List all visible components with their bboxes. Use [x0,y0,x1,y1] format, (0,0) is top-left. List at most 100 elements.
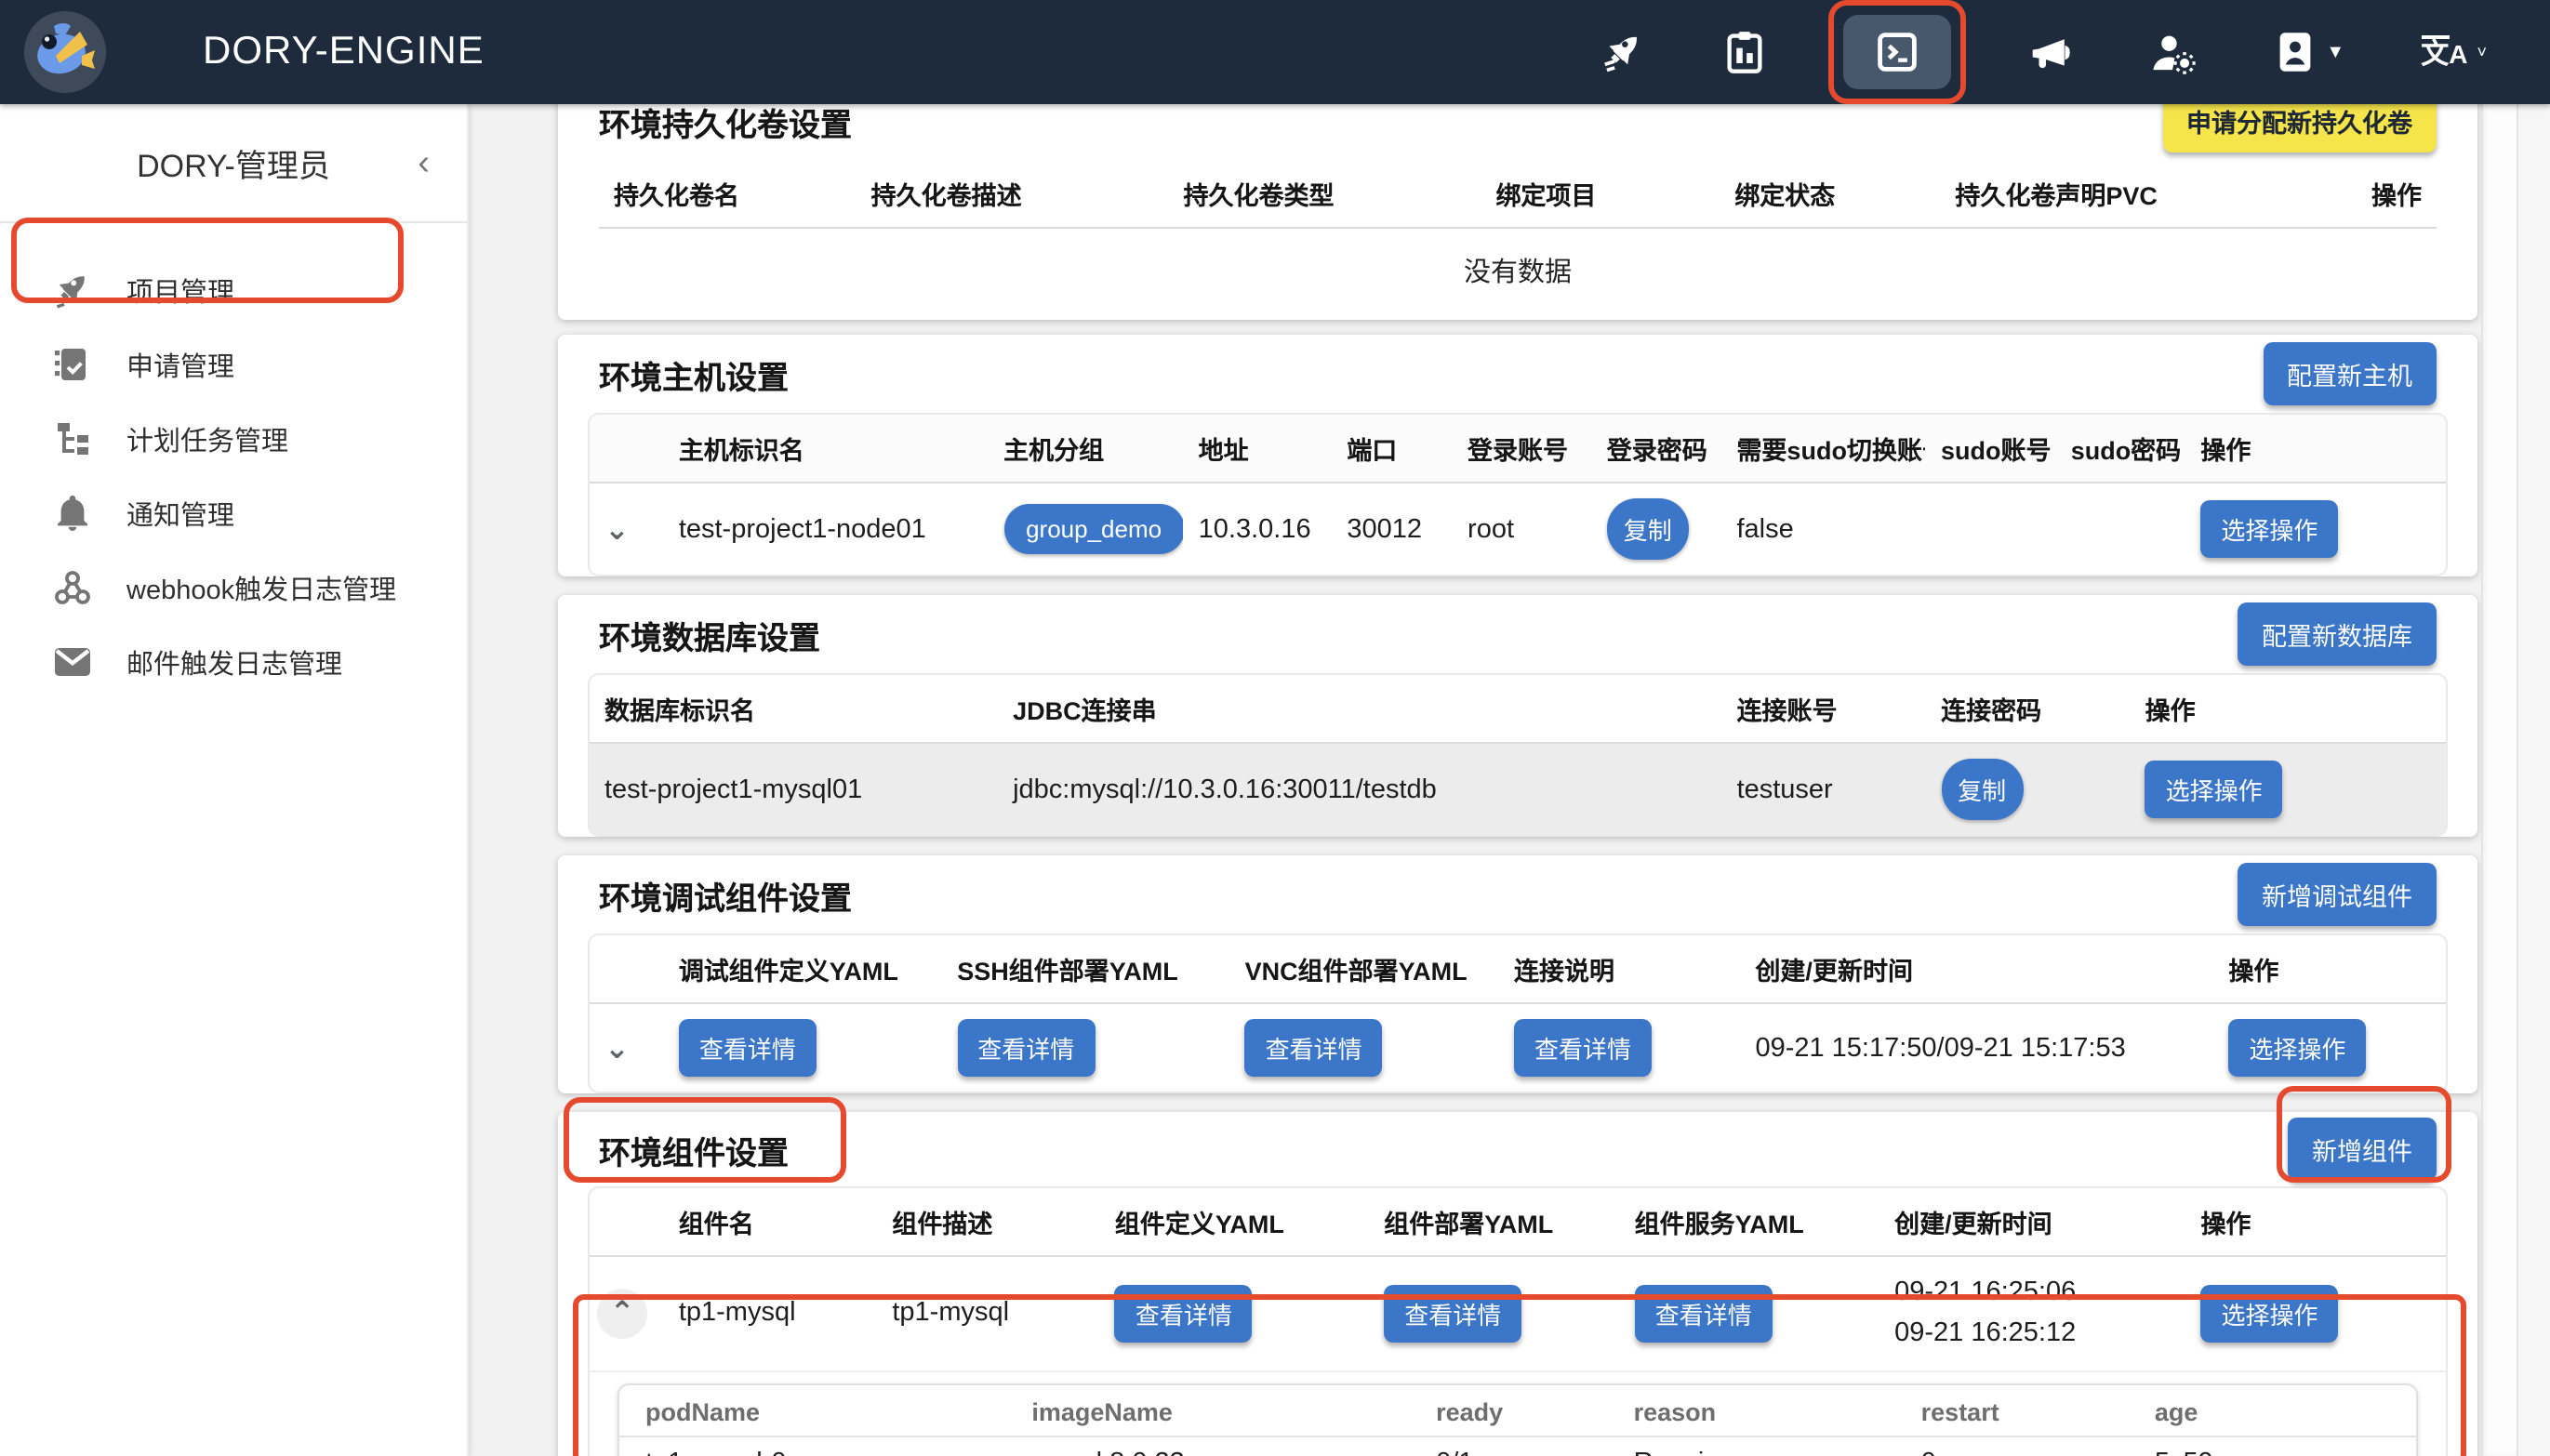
host-row: ⌄ test-project1-node01 group_demo 10.3.0… [590,483,2446,575]
sidebar-item-scheduled-tasks[interactable]: 计划任务管理 [0,402,467,476]
debug-view-ssh-yaml-button[interactable]: 查看详情 [957,1019,1095,1077]
sidebar-item-notification-management[interactable]: 通知管理 [0,476,467,550]
db-name: test-project1-mysql01 [590,743,998,835]
app-title: DORY-ENGINE [203,30,485,74]
comp-created-time: 09-21 16:25:06 [1894,1277,2076,1307]
db-col-pwd: 连接密码 [1926,675,2131,743]
right-gutter [2518,104,2550,1456]
debug-col-def-yaml: 调试组件定义YAML [664,935,942,1003]
comp-select-action-button[interactable]: 选择操作 [2200,1285,2338,1343]
pod-col-ready: ready [1410,1385,1608,1436]
host-port: 30012 [1332,483,1453,575]
section-persistent-volume: 环境持久化卷设置 申请分配新持久化卷 持久化卷名 持久化卷描述 持久化卷类型 绑… [558,82,2477,320]
sidebar-item-label: webhook触发日志管理 [126,568,396,607]
db-user: testuser [1722,743,1927,835]
comp-col-def-yaml: 组件定义YAML [1100,1188,1369,1256]
pv-table: 持久化卷名 持久化卷描述 持久化卷类型 绑定项目 绑定状态 持久化卷声明PVC … [599,160,2437,320]
sidebar-item-label: 项目管理 [126,271,234,310]
pod-col-reason: reason [1608,1385,1895,1436]
terminal-button[interactable] [1842,15,1950,89]
sidebar-item-label: 计划任务管理 [126,419,288,458]
sidebar: DORY-管理员 ‹ 项目管理 [0,104,469,1456]
comp-view-svc-yaml-button[interactable]: 查看详情 [1635,1285,1773,1343]
db-row: test-project1-mysql01 jdbc:mysql://10.3.… [590,743,2446,835]
section-component: 环境组件设置 新增组件 组件名 组件描述 组件定义YAML 组件部署YAML [558,1112,2477,1456]
language-menu[interactable]: 文A ˅ [2421,35,2487,69]
debug-row-expand-icon[interactable]: ⌄ [604,1029,630,1066]
debug-row: ⌄ 查看详情 查看详情 查看详情 查看详情 09-21 15:17:50/09-… [590,1003,2446,1092]
pod-name: tp1-mysql-0 [619,1436,1005,1456]
host-copy-password-button[interactable]: 复制 [1607,498,1689,560]
app-header: DORY-ENGINE [0,0,2550,104]
comp-col-time: 创建/更新时间 [1879,1188,2185,1256]
host-name: test-project1-node01 [664,483,989,575]
screen: 环境持久化卷设置 申请分配新持久化卷 持久化卷名 持久化卷描述 持久化卷类型 绑… [0,0,2550,1456]
host-col-action: 操作 [2185,415,2446,483]
pod-col-restart: restart [1895,1385,2129,1436]
host-select-action-button[interactable]: 选择操作 [2200,500,2338,558]
debug-col-vnc-yaml: VNC组件部署YAML [1230,935,1499,1003]
pv-col-type: 持久化卷类型 [1169,160,1481,228]
sidebar-item-label: 通知管理 [126,494,234,533]
host-login-user: root [1453,483,1592,575]
debug-select-action-button[interactable]: 选择操作 [2228,1019,2366,1077]
terminal-icon [1872,28,1920,76]
debug-view-vnc-yaml-button[interactable]: 查看详情 [1245,1019,1383,1077]
profile-badge-icon [2272,30,2317,74]
rocket-icon [52,270,93,311]
webhook-icon [52,567,93,608]
comp-name: tp1-mysql [664,1256,878,1371]
projects-rocket-icon[interactable] [1600,30,1645,74]
add-host-button[interactable]: 配置新主机 [2263,342,2437,405]
section-title-component: 环境组件设置 [599,1126,789,1172]
profile-menu[interactable]: ▼ [2272,30,2344,74]
debug-view-conn-desc-button[interactable]: 查看详情 [1514,1019,1652,1077]
db-copy-password-button[interactable]: 复制 [1941,759,2023,820]
sidebar-collapse-icon[interactable]: ‹ [418,145,430,180]
host-row-expand-icon[interactable]: ⌄ [604,510,630,548]
host-col-group: 主机分组 [989,415,1184,483]
dory-logo[interactable] [24,11,106,93]
section-host: 环境主机设置 配置新主机 主机标识名 主机分组 地址 端口 [558,335,2477,576]
pod-table-card: podName imageName ready reason restart a… [618,1383,2418,1456]
pod-restart: 0 [1895,1436,2129,1456]
content-column: 环境持久化卷设置 申请分配新持久化卷 持久化卷名 持久化卷描述 持久化卷类型 绑… [558,82,2477,1456]
debug-view-def-yaml-button[interactable]: 查看详情 [679,1019,817,1077]
host-col-address: 地址 [1184,415,1333,483]
add-component-button[interactable]: 新增组件 [2288,1118,2437,1181]
comp-view-deploy-yaml-button[interactable]: 查看详情 [1384,1285,1521,1343]
main-content-area: 环境持久化卷设置 申请分配新持久化卷 持久化卷名 持久化卷描述 持久化卷类型 绑… [467,104,2550,1456]
host-sudo-pwd [2056,483,2186,575]
db-col-action: 操作 [2131,675,2446,743]
pv-col-desc: 持久化卷描述 [857,160,1169,228]
host-col-sudo-user: sudo账号 [1926,415,2056,483]
approval-check-icon [52,344,93,385]
sidebar-item-request-management[interactable]: 申请管理 [0,327,467,402]
sidebar-item-project-management[interactable]: 项目管理 [0,253,467,327]
add-debug-component-button[interactable]: 新增调试组件 [2238,863,2437,926]
comp-view-def-yaml-button[interactable]: 查看详情 [1115,1285,1253,1343]
user-settings-icon[interactable] [2149,29,2196,75]
pv-col-name: 持久化卷名 [599,160,857,228]
db-select-action-button[interactable]: 选择操作 [2145,761,2283,818]
db-col-jdbc: JDBC连接串 [998,675,1721,743]
pod-col-podname: podName [619,1385,1005,1436]
sidebar-item-webhook-logs[interactable]: webhook触发日志管理 [0,550,467,625]
pod-col-imagename: imageName [1005,1385,1410,1436]
debug-time: 09-21 15:17:50/09-21 15:17:53 [1740,1003,2213,1092]
vertical-scrollbar[interactable] [2481,104,2518,1456]
add-database-button[interactable]: 配置新数据库 [2238,602,2437,666]
sidebar-title: DORY-管理员 [137,139,330,186]
announcement-icon[interactable] [2026,29,2073,75]
db-col-name: 数据库标识名 [590,675,998,743]
host-col-login-pwd: 登录密码 [1592,415,1722,483]
sidebar-item-label: 邮件触发日志管理 [126,642,342,682]
component-row-collapse-button[interactable]: ⌃ [597,1289,647,1339]
task-board-icon[interactable] [1721,30,1766,74]
pod-row: tp1-mysql-0 mysql:8.0.23 0/1 Running 0 5… [619,1436,2416,1456]
db-jdbc: jdbc:mysql://10.3.0.16:30011/testdb [998,743,1721,835]
pod-age: 5s59ms [2129,1436,2416,1456]
sidebar-item-email-logs[interactable]: 邮件触发日志管理 [0,625,467,699]
comp-col-deploy-yaml: 组件部署YAML [1369,1188,1619,1256]
host-address: 10.3.0.16 [1184,483,1333,575]
